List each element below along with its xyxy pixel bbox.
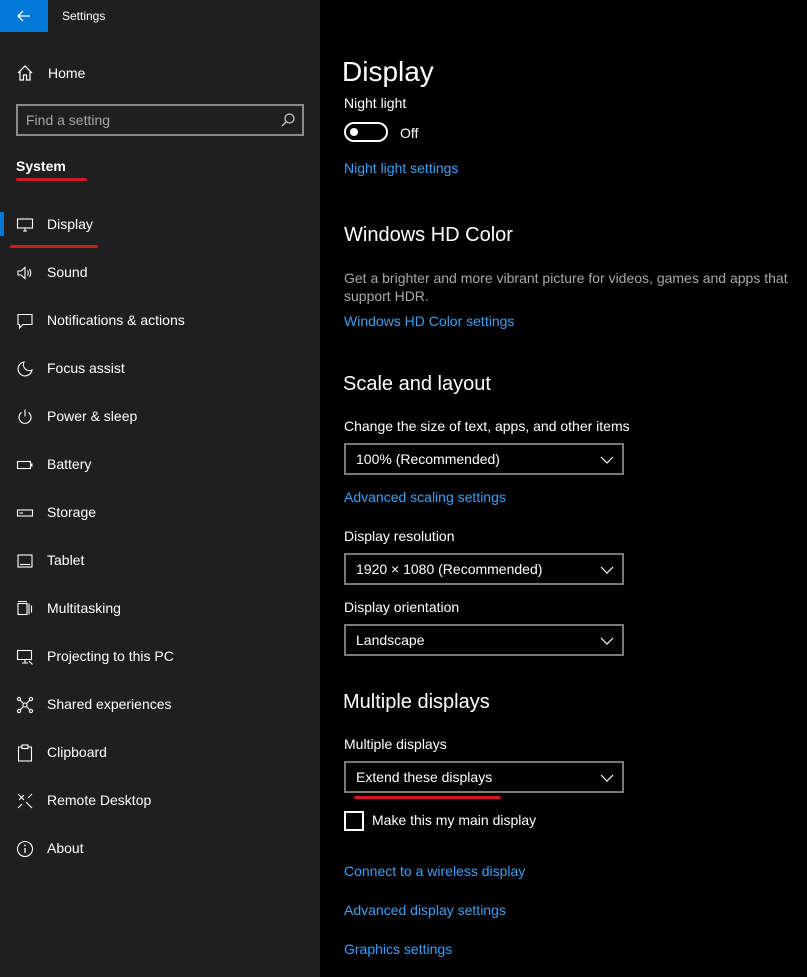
- sidebar-item-display[interactable]: Display: [0, 200, 320, 248]
- section-label-system: System: [16, 158, 66, 174]
- moon-icon: [17, 361, 33, 377]
- multiple-displays-dropdown[interactable]: Extend these displays: [344, 761, 624, 793]
- sidebar-item-label: Display: [47, 216, 93, 232]
- sidebar-item-label: Notifications & actions: [47, 312, 185, 328]
- nav-list: Display Sound Notifications & actions Fo…: [0, 200, 320, 872]
- scale-layout-heading: Scale and layout: [343, 373, 491, 395]
- main-display-checkbox[interactable]: [344, 811, 364, 831]
- resolution-label: Display resolution: [344, 528, 455, 544]
- storage-icon: [16, 509, 34, 517]
- sidebar-item-power-sleep[interactable]: Power & sleep: [0, 392, 320, 440]
- projecting-icon: [16, 649, 33, 665]
- app-title: Settings: [62, 9, 106, 23]
- resolution-dropdown[interactable]: 1920 × 1080 (Recommended): [344, 553, 624, 585]
- chevron-down-icon: [600, 456, 614, 464]
- battery-icon: [16, 460, 33, 470]
- sidebar-item-battery[interactable]: Battery: [0, 440, 320, 488]
- chevron-down-icon: [600, 774, 614, 782]
- sidebar-item-label: Power & sleep: [47, 408, 138, 424]
- sidebar-item-shared-experiences[interactable]: Shared experiences: [0, 680, 320, 728]
- hd-color-heading: Windows HD Color: [344, 224, 513, 246]
- sidebar-item-label: Tablet: [47, 552, 85, 568]
- hd-color-description: Get a brighter and more vibrant picture …: [344, 270, 788, 304]
- sidebar-item-label: Storage: [47, 504, 97, 520]
- scale-size-label: Change the size of text, apps, and other…: [344, 418, 630, 434]
- sidebar-item-label: Projecting to this PC: [47, 648, 174, 664]
- multiple-displays-heading: Multiple displays: [343, 691, 490, 713]
- sidebar-item-label: Focus assist: [47, 360, 125, 376]
- multiple-displays-value: Extend these displays: [356, 769, 493, 785]
- orientation-value: Landscape: [356, 632, 425, 648]
- sidebar-item-remote-desktop[interactable]: Remote Desktop: [0, 776, 320, 824]
- clipboard-icon: [17, 744, 33, 762]
- sidebar-item-label: Sound: [47, 264, 88, 280]
- power-icon: [18, 409, 32, 424]
- annotation-underline-system: [16, 178, 87, 181]
- sidebar-item-label: Battery: [47, 456, 92, 472]
- page-title: Display: [342, 56, 434, 87]
- home-nav-item[interactable]: Home: [0, 57, 320, 89]
- main-content: Display Night light Off Night light sett…: [320, 0, 807, 977]
- sidebar-item-sound[interactable]: Sound: [0, 248, 320, 296]
- title-bar: Settings: [0, 0, 320, 32]
- sidebar-item-notifications[interactable]: Notifications & actions: [0, 296, 320, 344]
- sidebar-item-label: Multitasking: [47, 600, 121, 616]
- wireless-display-link[interactable]: Connect to a wireless display: [344, 863, 525, 879]
- night-light-label: Night light: [344, 95, 407, 111]
- active-indicator: [0, 212, 4, 236]
- orientation-dropdown[interactable]: Landscape: [344, 624, 624, 656]
- multitasking-icon: [17, 600, 33, 616]
- sidebar-item-projecting[interactable]: Projecting to this PC: [0, 632, 320, 680]
- search-input[interactable]: [26, 110, 276, 130]
- hd-color-settings-link[interactable]: Windows HD Color settings: [344, 313, 514, 329]
- sidebar-item-multitasking[interactable]: Multitasking: [0, 584, 320, 632]
- chevron-down-icon: [600, 566, 614, 574]
- sidebar-item-clipboard[interactable]: Clipboard: [0, 728, 320, 776]
- remote-desktop-icon: [17, 793, 33, 809]
- sidebar-item-label: About: [47, 840, 84, 856]
- night-light-toggle[interactable]: [344, 122, 388, 142]
- scale-dropdown[interactable]: 100% (Recommended): [344, 443, 624, 475]
- main-display-label: Make this my main display: [372, 812, 537, 828]
- info-icon: [16, 840, 34, 858]
- speaker-icon: [17, 266, 32, 280]
- back-arrow-icon: [17, 10, 30, 22]
- back-button[interactable]: [0, 0, 48, 32]
- shared-icon: [16, 696, 34, 714]
- chevron-down-icon: [600, 637, 614, 645]
- tablet-icon: [17, 554, 33, 568]
- night-light-settings-link[interactable]: Night light settings: [344, 160, 458, 176]
- monitor-icon: [16, 218, 34, 232]
- multiple-displays-label: Multiple displays: [344, 736, 447, 752]
- sidebar: Settings Home System Display: [0, 0, 320, 977]
- sidebar-item-tablet[interactable]: Tablet: [0, 536, 320, 584]
- annotation-underline-extend: [354, 796, 501, 799]
- advanced-scaling-link[interactable]: Advanced scaling settings: [344, 489, 506, 505]
- scale-value: 100% (Recommended): [356, 451, 500, 467]
- sidebar-item-label: Shared experiences: [47, 696, 172, 712]
- sidebar-item-label: Clipboard: [47, 744, 107, 760]
- sidebar-item-focus-assist[interactable]: Focus assist: [0, 344, 320, 392]
- toggle-knob: [350, 128, 358, 136]
- home-label: Home: [48, 65, 86, 81]
- sidebar-item-storage[interactable]: Storage: [0, 488, 320, 536]
- sidebar-item-about[interactable]: About: [0, 824, 320, 872]
- graphics-settings-link[interactable]: Graphics settings: [344, 941, 452, 957]
- sidebar-item-label: Remote Desktop: [47, 792, 152, 808]
- night-light-state: Off: [400, 125, 419, 141]
- advanced-display-settings-link[interactable]: Advanced display settings: [344, 902, 506, 918]
- search-icon[interactable]: [280, 112, 296, 128]
- notification-icon: [17, 313, 33, 330]
- home-icon: [17, 65, 33, 81]
- search-box[interactable]: [16, 104, 304, 136]
- resolution-value: 1920 × 1080 (Recommended): [356, 561, 543, 577]
- orientation-label: Display orientation: [344, 599, 460, 615]
- annotation-underline-display: [10, 245, 98, 248]
